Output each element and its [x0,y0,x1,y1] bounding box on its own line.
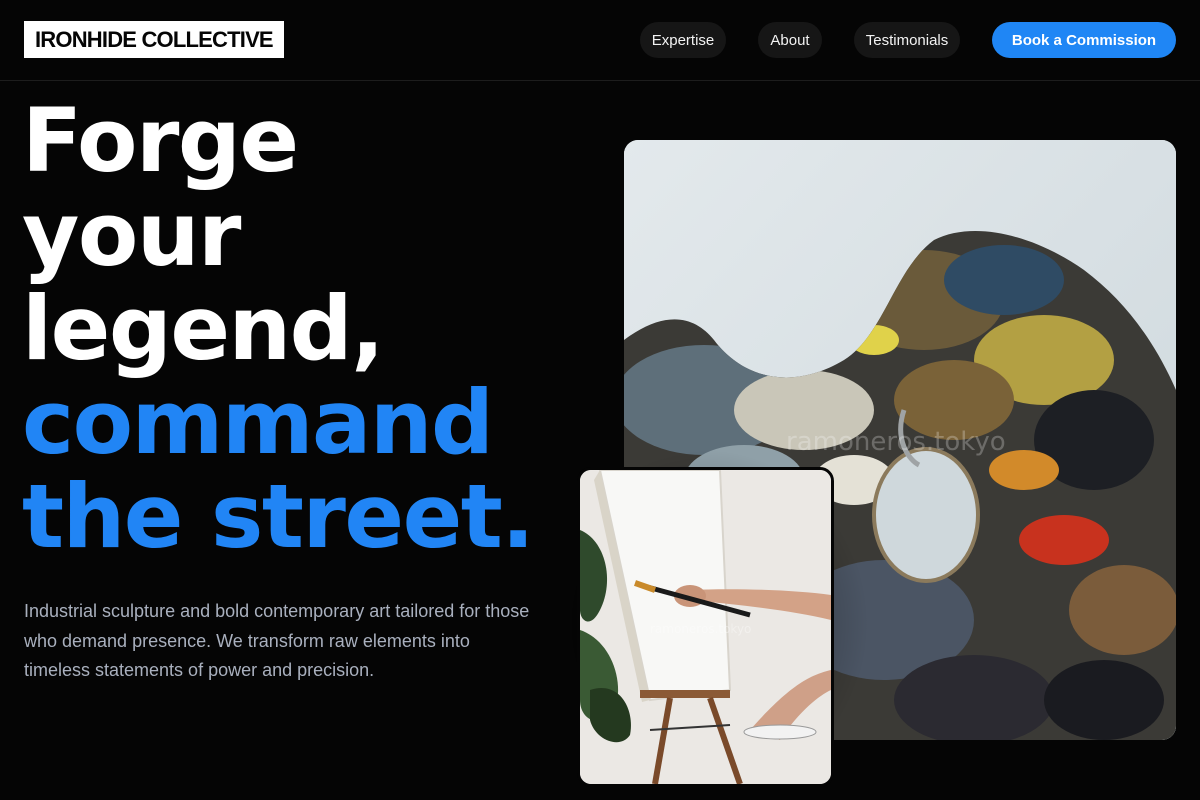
painter-watermark: ramoneros.tokyo [650,622,751,636]
painter-at-easel-photo: ramoneros.tokyo [577,467,834,787]
headline-line-3: legend, [22,277,385,380]
painter-illustration: ramoneros.tokyo [580,470,831,784]
brand-logo[interactable]: IRONHIDE COLLECTIVE [24,21,284,58]
headline-line-4: command [22,371,494,474]
hero-headline: Forge your legend, command the street. [22,94,592,564]
book-commission-button[interactable]: Book a Commission [992,22,1176,58]
hero-description: Industrial sculpture and bold contempora… [24,601,530,680]
nav-item-about[interactable]: About [758,22,822,58]
top-navigation-bar: IRONHIDE COLLECTIVE Expertise About Test… [0,0,1200,81]
nav-item-testimonials[interactable]: Testimonials [854,22,960,58]
nav-item-expertise[interactable]: Expertise [640,22,726,58]
headline-line-1: Forge [22,89,299,192]
headline-line-5: the street. [22,465,535,568]
headline-line-2: your [22,183,241,286]
